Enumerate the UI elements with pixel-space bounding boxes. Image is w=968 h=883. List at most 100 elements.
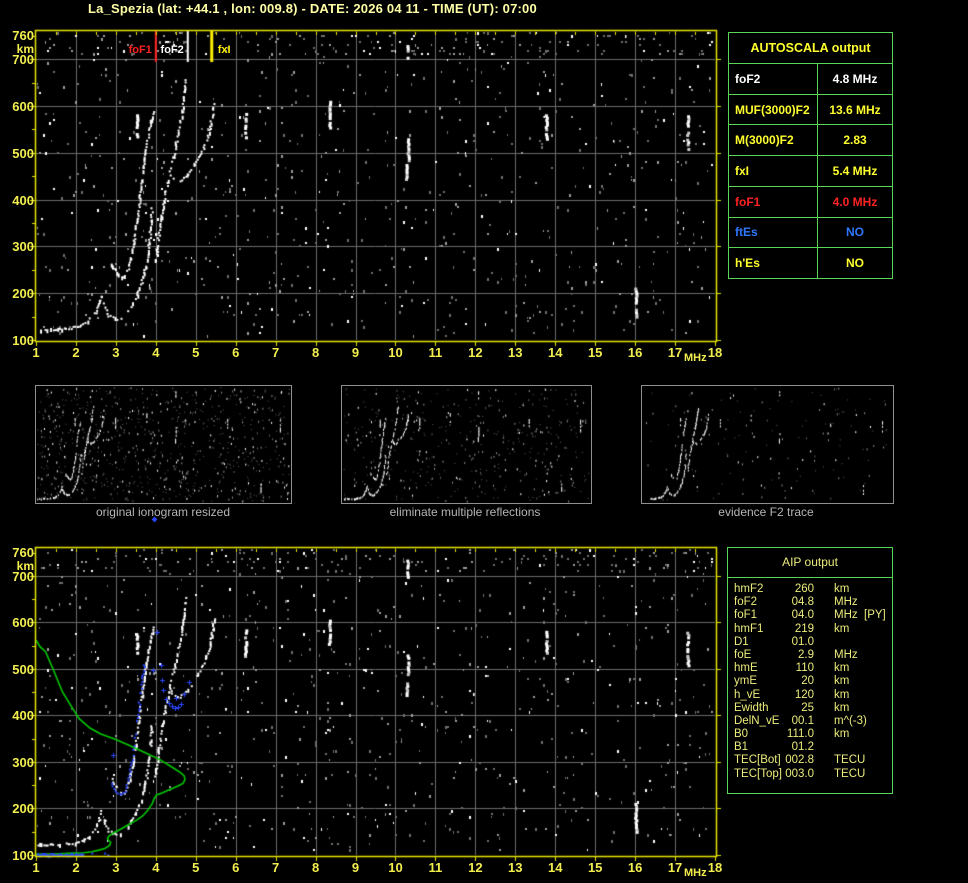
aip-row-label: foE (734, 648, 752, 661)
aip-row-hmF1: hmF1 219 km (728, 623, 892, 636)
aip-row-value: 110 (795, 662, 814, 675)
aip-row-TEC[Top]: TEC[Top] 003.0 TECU (728, 768, 892, 781)
x-axis-unit-label: MHz (684, 352, 707, 364)
panel-caption-reflections: eliminate multiple reflections (389, 505, 541, 519)
autoscala-row-foF1: foF1 4.0 MHz (729, 186, 892, 218)
aip-row-value: 219 (794, 622, 814, 635)
autoscala-row-M(3000)F2: M(3000)F2 2.83 (729, 125, 892, 157)
autoscala-table-rows: foF2 4.8 MHz MUF(3000)F2 13.6 MHz M(3000)F2 2… (729, 64, 892, 279)
aip-row-label: DelN_vE (734, 714, 780, 727)
x-tick-label: 16 (627, 345, 643, 360)
aip-row-label: B1 (734, 741, 749, 754)
aip-row-value: 01.0 (791, 635, 814, 648)
autoscala-row-value: 5.4 MHz (832, 164, 878, 179)
x-tick-label: 7 (272, 860, 280, 875)
aip-row-unit: km (834, 662, 850, 675)
autoscala-row-value: 4.0 MHz (832, 194, 878, 209)
y-tick-label: 200 (12, 286, 34, 302)
aip-row-value: 25 (801, 701, 814, 714)
autoscala-row-value: 2.83 (843, 133, 867, 148)
aip-row-foF1: foF1 04.0 MHz [PY] (728, 609, 892, 622)
bottom-profile-plot (25, 537, 725, 870)
x-tick-label: 8 (311, 345, 320, 360)
y-tick-label: 500 (12, 145, 34, 161)
y-tick-label: 300 (12, 239, 34, 255)
aip-table-rows: hmF2 260 km foF2 04.8 MHz foF1 04.0 MHz [PY] hmF1 2… (728, 578, 892, 781)
aip-row-unit: km (834, 583, 850, 595)
autoscala-row-label: foF2 (729, 64, 818, 94)
x-tick-label: 17 (667, 860, 683, 875)
autoscala-row-value: 13.6 MHz (829, 102, 881, 117)
aip-row-value: 2.9 (798, 648, 814, 661)
aip-row-unit: MHz (834, 596, 858, 609)
aip-row-value: 04.0 (791, 609, 814, 622)
x-tick-label: 14 (548, 345, 563, 360)
top-ionogram-plot (25, 20, 725, 355)
aip-row-value: 00.1 (791, 714, 814, 727)
x-tick-label: 12 (468, 860, 483, 875)
x-axis-unit-label: MHz (684, 867, 707, 879)
aip-output-table: AIP output hmF2 260 km foF2 04.8 MHz foF1 04.0 M… (727, 547, 893, 794)
aip-row-unit: MHz (834, 648, 858, 661)
aip-row-unit: km (834, 728, 850, 741)
autoscala-row-MUF(3000)F2: MUF(3000)F2 13.6 MHz (729, 94, 892, 126)
aip-row-foE: foE 2.9 MHz (728, 649, 892, 662)
panel-caption-original: original ionogram resized (95, 505, 231, 519)
aip-row-label: TEC[Top] (734, 767, 782, 780)
aip-row-label: B0 (734, 728, 749, 741)
aip-row-unit: km (834, 622, 850, 635)
x-tick-label: 3 (112, 345, 120, 360)
x-tick-label: 5 (192, 860, 200, 875)
aip-row-label: hmF2 (734, 583, 764, 595)
x-tick-label: 4 (152, 860, 160, 875)
x-tick-label: 9 (351, 860, 360, 875)
aip-row-value: 003.0 (785, 767, 814, 780)
aip-row-label: D1 (734, 635, 749, 648)
x-tick-label: 14 (548, 860, 563, 875)
x-tick-label: 17 (667, 345, 683, 360)
aip-row-label: foF2 (734, 596, 758, 609)
x-tick-label: 6 (232, 345, 240, 360)
y-tick-label: 600 (12, 98, 34, 114)
aip-row-unit: km (834, 675, 850, 688)
aip-row-value: 111.0 (786, 728, 814, 741)
aip-row-foF2: foF2 04.8 MHz (728, 596, 892, 609)
autoscala-row-label: M(3000)F2 (729, 125, 818, 156)
x-tick-label: 5 (192, 345, 200, 360)
aip-row-h_vE: h_vE 120 km (728, 689, 892, 702)
x-tick-label: 18 (707, 860, 723, 875)
autoscala-row-label: foF1 (729, 186, 818, 217)
autoscala-row-h'Es: h'Es NO (729, 248, 892, 279)
autoscala-row-value: NO (846, 256, 864, 271)
x-tick-label: 3 (112, 860, 120, 875)
autoscala-row-label: fxI (729, 156, 818, 186)
x-tick-label: 18 (707, 345, 723, 360)
autoscala-app-window: { "title": "La_Spezia (lat: +44.1 , lon:… (0, 0, 968, 883)
aip-row-label: h_vE (734, 688, 761, 701)
marker-label-fxI: fxI (217, 44, 231, 56)
aip-row-extra: [PY] (864, 609, 886, 622)
aip-row-value: 04.8 (791, 596, 814, 609)
y-tick-label: 500 (12, 661, 34, 677)
autoscala-row-label: ftEs (729, 217, 818, 248)
aip-row-label: ymE (734, 675, 757, 688)
panel-original-ionogram (35, 385, 292, 504)
y-tick-label: 400 (12, 192, 34, 208)
autoscala-row-foF2: foF2 4.8 MHz (729, 64, 892, 95)
x-tick-label: 13 (508, 345, 523, 360)
y-tick-label: 760 (12, 545, 34, 560)
x-tick-label: 6 (232, 860, 240, 875)
aip-row-value: 120 (794, 688, 814, 701)
aip-row-hmE: hmE 110 km (728, 662, 892, 675)
panel-eliminate-reflections (341, 385, 592, 504)
aip-row-Ewidth: Ewidth 25 km (728, 702, 892, 715)
aip-row-value: 260 (794, 583, 814, 595)
y-tick-label: 300 (12, 754, 34, 770)
panel-evidence-f2-trace (641, 385, 894, 504)
x-tick-label: 13 (508, 860, 523, 875)
aip-row-ymE: ymE 20 km (728, 675, 892, 688)
y-tick-label: 100 (12, 333, 34, 348)
aip-row-label: hmF1 (734, 622, 764, 635)
x-tick-label: 10 (388, 345, 403, 360)
x-tick-label: 11 (428, 860, 443, 875)
